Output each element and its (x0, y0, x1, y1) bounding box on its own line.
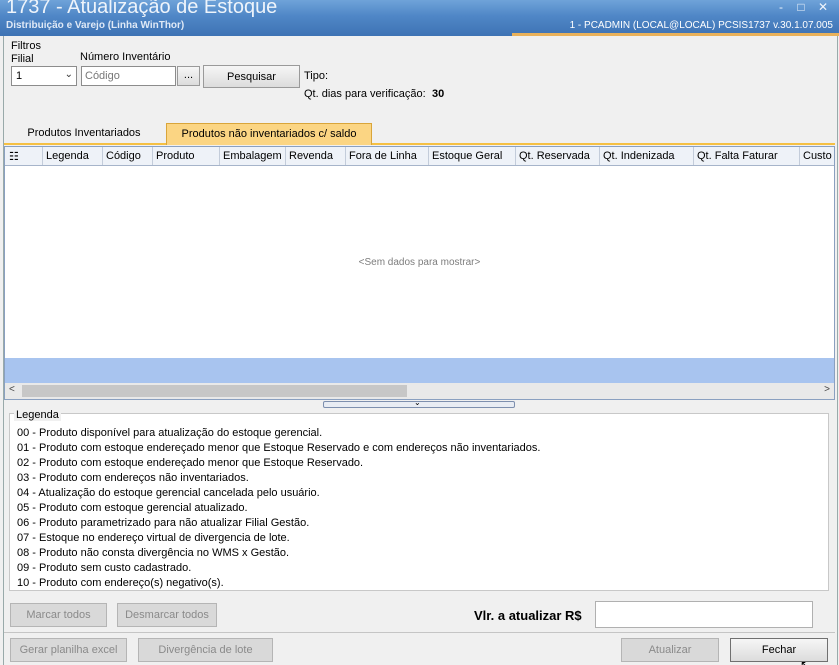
mouse-cursor-icon: ↖ (800, 658, 811, 665)
grid-empty-message: <Sem dados para mostrar> (358, 257, 481, 268)
legend-item: 10 - Produto com endereço(s) negativo(s)… (17, 577, 224, 589)
chevron-down-icon: ⌄ (414, 398, 421, 407)
panel-splitter[interactable]: ⌄ (323, 398, 515, 408)
search-button[interactable]: Pesquisar (203, 65, 300, 88)
connection-info: 1 - PCADMIN (LOCAL@LOCAL) PCSIS1737 v.30… (512, 20, 839, 36)
legend-item: 04 - Atualização do estoque gerencial ca… (17, 487, 320, 499)
col-qt-indenizada[interactable]: Qt. Indenizada (600, 147, 694, 165)
divider (4, 632, 835, 633)
legend-item: 08 - Produto não consta divergência no W… (17, 547, 290, 559)
browse-inventario-button[interactable]: ... (177, 66, 200, 86)
tab-bar: Produtos Inventariados Produtos não inve… (4, 123, 835, 145)
filters-group-label: Filtros (11, 40, 41, 52)
products-grid: ☷ Legenda Código Produto Embalagem Reven… (4, 146, 835, 400)
grid-header: ☷ Legenda Código Produto Embalagem Reven… (5, 147, 834, 166)
col-legenda[interactable]: Legenda (43, 147, 103, 165)
maximize-button[interactable]: □ (792, 0, 810, 14)
col-custo[interactable]: Custo (800, 147, 834, 165)
inventario-input[interactable]: Código (81, 66, 176, 86)
dias-value: 30 (432, 88, 445, 100)
column-chooser-icon[interactable]: ☷ (5, 147, 43, 165)
legend-title: Legenda (14, 409, 61, 421)
inventario-label: Número Inventário (80, 51, 171, 63)
vlr-atualizar-label: Vlr. a atualizar R$ (474, 608, 582, 623)
filial-label: Filial (11, 53, 34, 65)
col-fora-de-linha[interactable]: Fora de Linha (346, 147, 429, 165)
legend-item: 05 - Produto com estoque gerencial atual… (17, 502, 248, 514)
legend-item: 09 - Produto sem custo cadastrado. (17, 562, 192, 574)
col-codigo[interactable]: Código (103, 147, 153, 165)
legend-item: 03 - Produto com endereços não inventari… (17, 472, 249, 484)
scroll-right-icon[interactable]: > (824, 384, 830, 395)
tab-produtos-inventariados[interactable]: Produtos Inventariados (4, 123, 164, 145)
legend-item: 02 - Produto com estoque endereçado meno… (17, 457, 364, 469)
col-produto[interactable]: Produto (153, 147, 220, 165)
grid-footer-bar (5, 358, 834, 383)
scroll-left-icon[interactable]: < (9, 384, 15, 395)
marcar-todos-button[interactable]: Marcar todos (10, 603, 107, 627)
col-qt-falta-faturar[interactable]: Qt. Falta Faturar (694, 147, 800, 165)
legend-item: 01 - Produto com estoque endereçado meno… (17, 442, 541, 454)
legend-item: 07 - Estoque no endereço virtual de dive… (17, 532, 290, 544)
fechar-button[interactable]: Fechar (730, 638, 828, 662)
window-subtitle: Distribuição e Varejo (Linha WinThor) (6, 20, 185, 31)
col-qt-reservada[interactable]: Qt. Reservada (516, 147, 600, 165)
tipo-label: Tipo: (304, 70, 329, 82)
chevron-down-icon: ⌄ (64, 69, 73, 80)
title-bar: 1737 - Atualização de Estoque Distribuiç… (0, 0, 839, 36)
close-button[interactable]: ✕ (814, 0, 832, 14)
desmarcar-todos-button[interactable]: Desmarcar todos (117, 603, 217, 627)
vlr-atualizar-field[interactable] (595, 601, 813, 628)
scrollbar-thumb[interactable] (22, 385, 407, 397)
atualizar-button[interactable]: Atualizar (621, 638, 719, 662)
horizontal-scrollbar[interactable]: < > (5, 383, 834, 399)
gerar-planilha-button[interactable]: Gerar planilha excel (10, 638, 127, 662)
dias-label: Qt. dias para verificação: (304, 88, 426, 100)
tab-produtos-nao-inventariados[interactable]: Produtos não inventariados c/ saldo (166, 123, 372, 145)
window-title: 1737 - Atualização de Estoque (6, 0, 278, 18)
legend-item: 06 - Produto parametrizado para não atua… (17, 517, 310, 529)
minimize-button[interactable]: - (772, 0, 790, 14)
filial-value: 1 (16, 70, 23, 82)
filial-select[interactable]: 1 ⌄ (11, 66, 77, 86)
col-embalagem[interactable]: Embalagem (220, 147, 286, 165)
col-estoque-geral[interactable]: Estoque Geral (429, 147, 516, 165)
divergencia-lote-button[interactable]: Divergência de lote (138, 638, 273, 662)
legend-item: 00 - Produto disponível para atualização… (17, 427, 323, 439)
col-revenda[interactable]: Revenda (286, 147, 346, 165)
